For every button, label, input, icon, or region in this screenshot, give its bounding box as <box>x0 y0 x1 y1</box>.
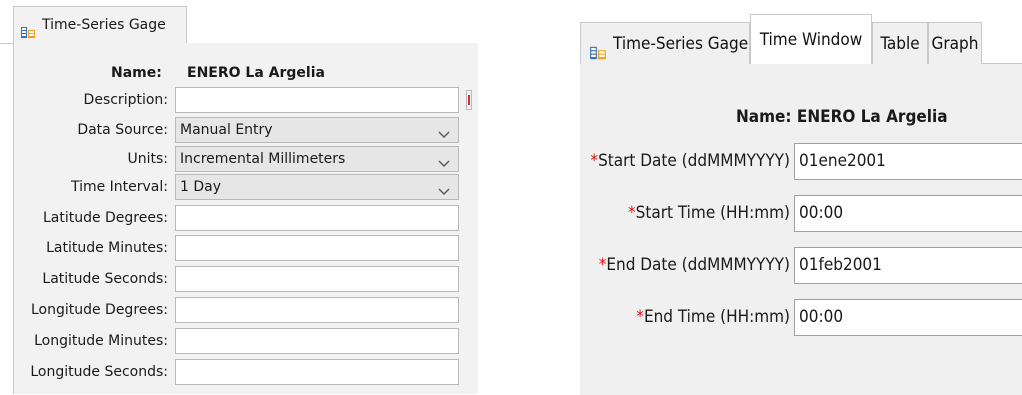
tab-time-series-gage[interactable]: Time-Series Gage <box>13 6 187 43</box>
name-label: Name: <box>111 65 162 81</box>
required-marker: * <box>627 203 636 223</box>
required-marker: * <box>590 151 599 171</box>
name-label: Name: <box>736 107 792 127</box>
data-source-value: Manual Entry <box>180 122 273 138</box>
red-marker-icon <box>468 95 470 105</box>
end-date-label: *End Date (ddMMMYYYY) <box>599 250 790 280</box>
start-date-label: *Start Date (ddMMMYYYY) <box>590 146 790 176</box>
end-time-field[interactable]: 00:00 <box>794 299 1022 336</box>
required-marker: * <box>636 307 644 327</box>
end-date-label-text: End Date (ddMMMYYYY) <box>606 255 790 275</box>
time-series-gage-panel-left: Time-Series Gage Name: ENERO La Argelia … <box>0 0 478 394</box>
tab-time-series-gage[interactable]: Time-Series Gage <box>580 22 750 64</box>
tab-table[interactable]: Table <box>872 22 928 64</box>
units-select[interactable]: Incremental Millimeters <box>175 146 459 172</box>
latitude-degrees-label: Latitude Degrees: <box>42 210 168 226</box>
description-field[interactable] <box>175 87 459 113</box>
start-time-label: *Start Time (HH:mm) <box>628 198 790 228</box>
longitude-minutes-field[interactable] <box>175 328 459 354</box>
gage-icon <box>589 36 607 78</box>
time-interval-label: Time Interval: <box>70 179 168 195</box>
tab-bar: Time-Series Gage <box>0 0 478 44</box>
name-value: ENERO La Argelia <box>187 65 325 81</box>
data-source-label: Data Source: <box>77 122 168 138</box>
longitude-minutes-label: Longitude Minutes: <box>34 333 168 349</box>
longitude-degrees-field[interactable] <box>175 297 459 323</box>
tab-label: Time-Series Gage <box>42 17 166 33</box>
tab-label: Time-Series Gage <box>613 34 749 54</box>
latitude-minutes-field[interactable] <box>175 235 459 261</box>
time-interval-value: 1 Day <box>180 179 222 195</box>
end-date-field[interactable]: 01feb2001 <box>794 247 1022 284</box>
time-series-gage-panel-right: Time-Series Gage Time Window Table Graph… <box>580 0 1022 395</box>
gage-name: Name: ENERO La Argelia <box>736 102 948 132</box>
tab-graph[interactable]: Graph <box>928 22 982 64</box>
latitude-minutes-label: Latitude Minutes: <box>46 240 168 256</box>
end-time-label-text: End Time (HH:mm) <box>643 307 790 327</box>
chevron-down-icon <box>438 181 450 205</box>
tab-time-window[interactable]: Time Window <box>750 14 872 64</box>
start-date-label-text: Start Date (ddMMMYYYY) <box>598 151 790 171</box>
units-label: Units: <box>127 151 168 167</box>
description-button[interactable] <box>466 90 472 110</box>
time-interval-select[interactable]: 1 Day <box>175 174 459 200</box>
start-time-field[interactable]: 00:00 <box>794 195 1022 232</box>
latitude-seconds-field[interactable] <box>175 266 459 292</box>
start-time-label-text: Start Time (HH:mm) <box>635 203 790 223</box>
latitude-seconds-label: Latitude Seconds: <box>42 271 168 287</box>
longitude-seconds-label: Longitude Seconds: <box>30 364 168 380</box>
description-label: Description: <box>83 92 168 108</box>
units-value: Incremental Millimeters <box>180 151 346 167</box>
end-time-label: *End Time (HH:mm) <box>636 302 790 332</box>
longitude-seconds-field[interactable] <box>175 359 459 385</box>
latitude-degrees-field[interactable] <box>175 205 459 231</box>
start-date-field[interactable]: 01ene2001 <box>794 143 1022 180</box>
data-source-select[interactable]: Manual Entry <box>175 117 459 143</box>
longitude-degrees-label: Longitude Degrees: <box>30 302 168 318</box>
chevron-down-icon <box>438 124 450 148</box>
name-value: ENERO La Argelia <box>796 107 948 127</box>
